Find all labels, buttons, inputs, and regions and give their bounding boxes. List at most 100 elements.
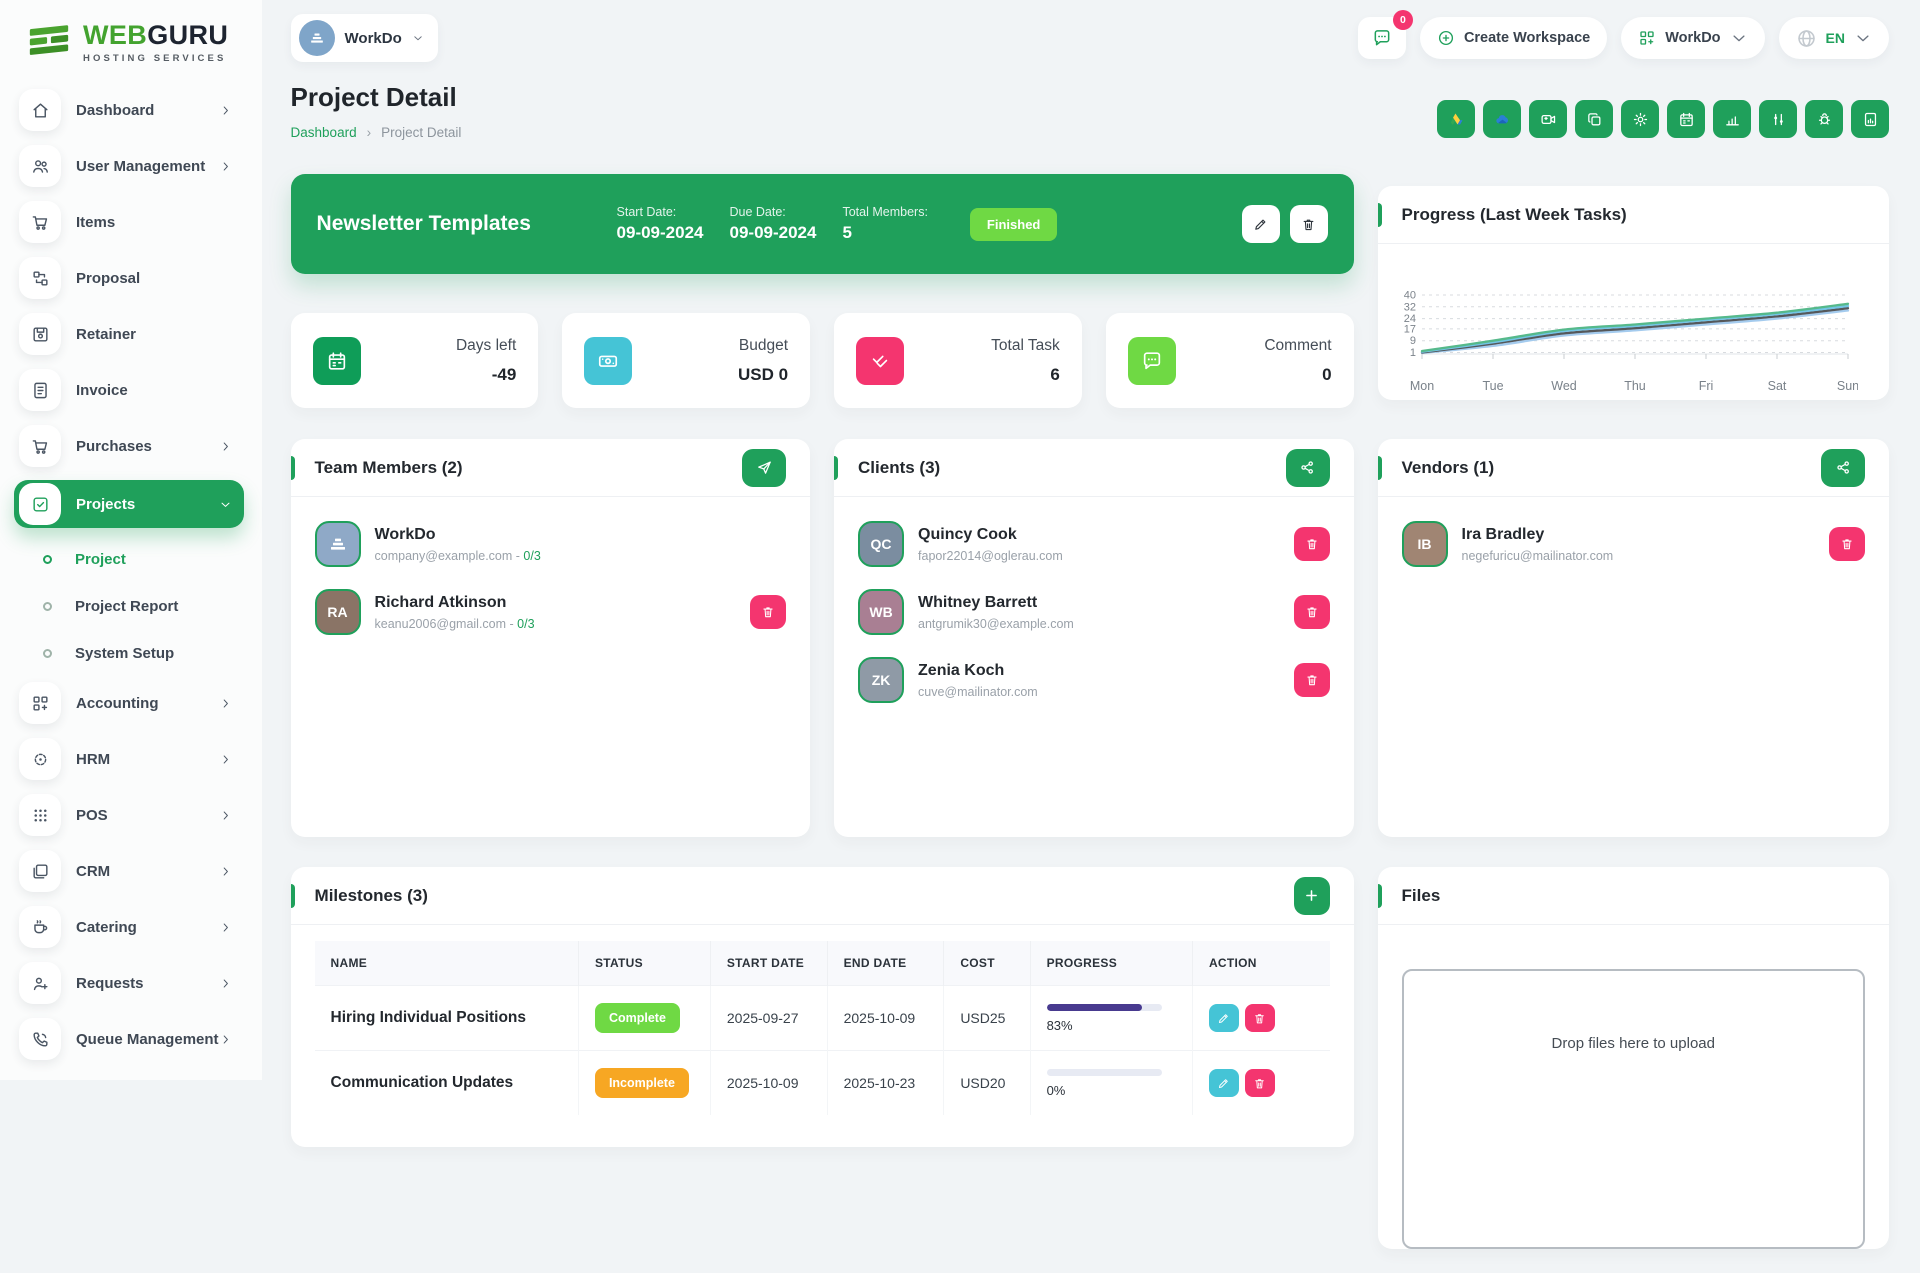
accent-bar [834,456,838,480]
sidebar-item-dashboard[interactable]: Dashboard [14,88,244,132]
add-milestone-button[interactable] [1294,877,1330,915]
toolbar-bar-chart-button[interactable] [1713,100,1751,138]
sidebar-item-pos[interactable]: POS [14,793,244,837]
accent-bar [291,884,295,908]
sidebar-item-purchases[interactable]: Purchases [14,424,244,468]
sidebar-item-items[interactable]: Items [14,200,244,244]
page-toolbar [1437,100,1889,138]
clients-header: Clients (3) [834,439,1354,497]
y-tick-label: 32 [1403,301,1415,313]
sidebar-subitem-project-report[interactable]: Project Report [14,587,244,625]
clients-title: Clients (3) [858,458,940,478]
status-badge: Finished [970,208,1057,241]
workspace-menu-button[interactable]: WorkDo [1621,17,1764,59]
line-chart: 4032241791MonTueWedThuFriSatSun [1388,256,1858,396]
delete-milestone-button[interactable] [1245,1069,1275,1097]
plus-circle-icon [1437,29,1455,47]
trash-icon [761,605,775,619]
x-tick-label: Sun [1836,379,1857,393]
workspace-selector[interactable]: WorkDo [291,14,438,62]
sidebar-item-iconpill [19,850,61,892]
sidebar-item-user-management[interactable]: User Management [14,144,244,188]
sidebar-item-projects[interactable]: Projects [14,480,244,528]
toolbar-bug-button[interactable] [1805,100,1843,138]
delete-member-button[interactable] [1294,595,1330,629]
chevron-down-icon [1854,29,1872,47]
toolbar-video-button[interactable] [1529,100,1567,138]
workspace-menu-label: WorkDo [1665,30,1720,46]
sidebar-subitem-system-setup[interactable]: System Setup [14,634,244,672]
delete-milestone-button[interactable] [1245,1004,1275,1032]
milestones-table-head: NAMESTATUSSTART DATEEND DATECOSTPROGRESS… [315,941,1330,986]
progress-bar [1047,1069,1162,1076]
sidebar-item-label: CRM [76,863,219,880]
toolbar-sliders-button[interactable] [1759,100,1797,138]
delete-member-button[interactable] [750,595,786,629]
brand-tagline: HOSTING SERVICES [83,53,228,64]
language-selector[interactable]: EN [1779,17,1889,59]
accent-bar [1378,456,1382,480]
cart-icon [31,437,50,456]
avatar: RA [315,589,361,635]
chat-icon [1128,337,1176,385]
toolbar-copy-button[interactable] [1575,100,1613,138]
create-workspace-button[interactable]: Create Workspace [1420,17,1607,59]
milestone-cost: USD20 [944,1051,1030,1116]
delete-member-button[interactable] [1294,527,1330,561]
sidebar-item-accounting[interactable]: Accounting [14,681,244,725]
toolbar-calendar-button[interactable] [1667,100,1705,138]
sidebar-subitem-project[interactable]: Project [14,540,244,578]
sidebar-item-requests[interactable]: Requests [14,961,244,1005]
delete-member-button[interactable] [1294,663,1330,697]
member-meta: 0/3 [517,617,534,631]
y-tick-label: 1 [1409,347,1415,359]
doc-icon [31,381,50,400]
messages-button[interactable]: 0 [1358,17,1406,59]
left-column: Newsletter Templates Start Date: 09-09-2… [291,174,1354,1147]
sidebar-item-crm[interactable]: CRM [14,849,244,893]
toolbar-onedrive-button[interactable] [1483,100,1521,138]
file-dropzone[interactable]: Drop files here to upload [1402,969,1865,1249]
trash-icon [1253,1077,1266,1090]
share-vendors-button[interactable] [1821,449,1865,487]
delete-member-button[interactable] [1829,527,1865,561]
member-row-richard-atkinson: RARichard Atkinsonkeanu2006@gmail.com - … [315,589,787,635]
milestone-actions [1192,1051,1329,1116]
sidebar-item-catering[interactable]: Catering [14,905,244,949]
trash-icon [1305,605,1319,619]
bullet-icon [43,649,52,658]
milestone-status: Incomplete [578,1051,710,1116]
y-tick-label: 9 [1409,335,1415,347]
sidebar-item-proposal[interactable]: Proposal [14,256,244,300]
globe-icon [1796,28,1817,49]
toolbar-google-drive-button[interactable] [1437,100,1475,138]
chev-right-icon [219,1033,232,1046]
edit-milestone-button[interactable] [1209,1069,1239,1097]
edit-project-button[interactable] [1242,205,1280,243]
milestone-row-hiring-individual-positions: Hiring Individual PositionsComplete2025-… [315,986,1330,1051]
share-clients-button[interactable] [1286,449,1330,487]
trash-icon [1305,673,1319,687]
chevron-right-icon [219,977,232,990]
edit-milestone-button[interactable] [1209,1004,1239,1032]
progress-chart-header: Progress (Last Week Tasks) [1378,186,1889,244]
sidebar-item-retainer[interactable]: Retainer [14,312,244,356]
sidebar-item-invoice[interactable]: Invoice [14,368,244,412]
toolbar-gear-button[interactable] [1621,100,1659,138]
sidebar-item-queue-management[interactable]: Queue Management [14,1017,244,1061]
coffee-icon [31,918,50,937]
milestone-cost: USD25 [944,986,1030,1051]
breadcrumb-dashboard-link[interactable]: Dashboard [291,125,357,140]
language-label: EN [1826,30,1845,46]
member-row-ira-bradley: IBIra Bradleynegefuricu@mailinator.com [1402,521,1865,567]
chevron-right-icon [219,160,232,173]
sidebar-item-hrm[interactable]: HRM [14,737,244,781]
x-tick-label: Fri [1698,379,1713,393]
invite-member-button[interactable] [742,449,786,487]
delete-project-button[interactable] [1290,205,1328,243]
sidebar-item-iconpill [19,794,61,836]
sidebar-item-label: Invoice [76,382,232,399]
calendar-icon [313,337,361,385]
members-row: Team Members (2) WorkDocompany@example.c… [291,439,1354,837]
toolbar-file-chart-button[interactable] [1851,100,1889,138]
